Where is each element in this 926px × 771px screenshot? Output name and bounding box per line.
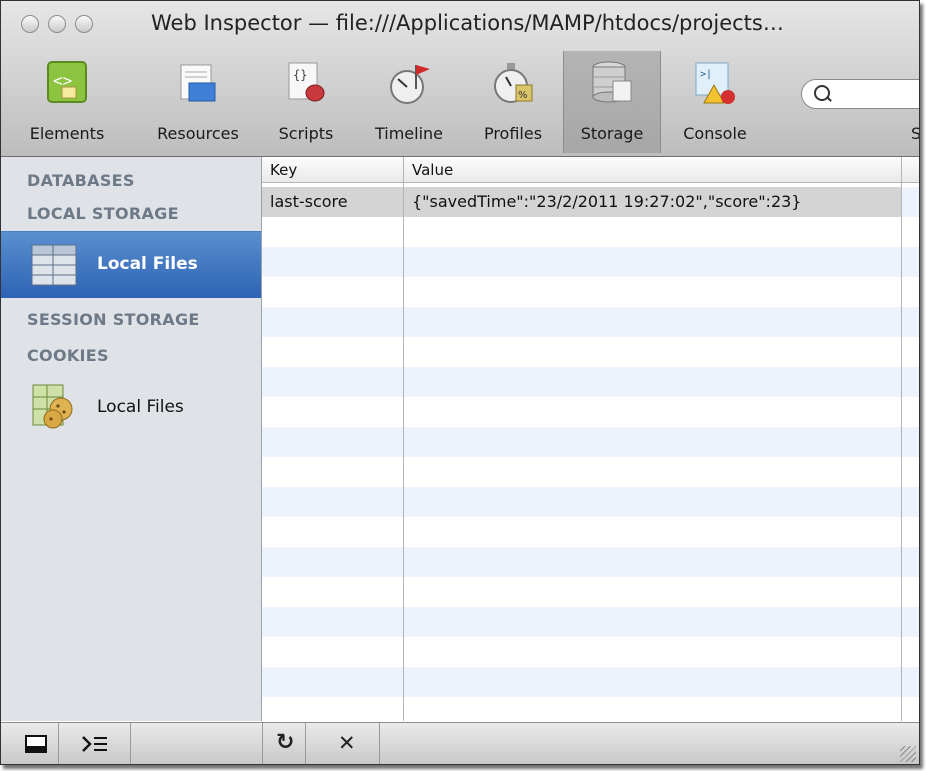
column-header-value[interactable]: Value xyxy=(412,161,453,179)
delete-icon: ✕ xyxy=(338,731,356,755)
section-local-storage[interactable]: LOCAL STORAGE xyxy=(27,204,179,223)
toolbar-console-label: Console xyxy=(683,124,747,143)
svg-text:%: % xyxy=(518,90,528,101)
toolbar-resources-label: Resources xyxy=(157,124,239,143)
elements-icon: <> xyxy=(47,61,87,103)
sidebar-item-local-storage-local-files[interactable]: Local Files xyxy=(1,231,261,298)
minimize-window-button[interactable] xyxy=(48,15,66,33)
toolbar-storage-label: Storage xyxy=(580,124,644,143)
storage-sidebar: DATABASES LOCAL STORAGE Local Files SESS… xyxy=(1,157,262,721)
section-session-storage[interactable]: SESSION STORAGE xyxy=(27,310,200,329)
prompt-icon xyxy=(82,736,107,752)
resources-icon xyxy=(180,64,216,102)
toolbar-profiles[interactable]: % Profiles xyxy=(469,51,557,153)
column-divider xyxy=(403,157,404,721)
zoom-window-button[interactable] xyxy=(75,15,93,33)
console-icon: >| xyxy=(695,62,735,104)
scripts-icon: {} xyxy=(288,62,325,102)
sidebar-item-label: Local Files xyxy=(97,254,198,274)
cookie-icon xyxy=(32,384,73,429)
table-row[interactable]: last-score {"savedTime":"23/2/2011 19:27… xyxy=(262,187,902,217)
toolbar-profiles-label: Profiles xyxy=(483,124,543,143)
dock-icon xyxy=(25,735,47,753)
toolbar-elements[interactable]: <> Elements xyxy=(19,51,115,153)
column-divider xyxy=(901,157,902,721)
toolbar-timeline-label: Timeline xyxy=(374,124,444,143)
toolbar-scripts[interactable]: {} Scripts xyxy=(265,51,347,153)
section-cookies[interactable]: COOKIES xyxy=(27,346,109,365)
sidebar-item-cookies-local-files[interactable]: Local Files xyxy=(1,373,261,439)
console-toggle-button[interactable] xyxy=(59,723,131,764)
table-icon xyxy=(31,244,77,286)
web-inspector-window: Web Inspector — file:///Applications/MAM… xyxy=(0,0,920,765)
toolbar-console[interactable]: >| Console xyxy=(669,51,761,153)
column-header-key[interactable]: Key xyxy=(270,161,297,179)
timeline-icon xyxy=(390,65,430,104)
table-header: Key Value xyxy=(262,157,919,183)
window-title: Web Inspector — file:///Applications/MAM… xyxy=(151,11,784,35)
toolbar-clipped-label: S xyxy=(911,124,919,143)
search-icon xyxy=(814,85,830,101)
toolbar-storage[interactable]: Storage xyxy=(563,51,661,153)
delete-button[interactable]: ✕ xyxy=(306,723,380,764)
close-window-button[interactable] xyxy=(21,15,39,33)
search-field[interactable] xyxy=(801,79,919,109)
sidebar-item-label: Local Files xyxy=(97,397,184,417)
storage-data-grid: Key Value last-score {"savedTime":"23/2/… xyxy=(262,157,919,721)
toolbar-resources[interactable]: Resources xyxy=(141,51,255,153)
refresh-icon: ↻ xyxy=(276,730,295,755)
cell-value[interactable]: {"savedTime":"23/2/2011 19:27:02","score… xyxy=(412,192,801,211)
titlebar-toolbar: Web Inspector — file:///Applications/MAM… xyxy=(1,1,919,157)
svg-text:{}: {} xyxy=(293,68,307,82)
toolbar-timeline[interactable]: Timeline xyxy=(359,51,459,153)
storage-icon xyxy=(592,61,632,103)
resize-handle[interactable] xyxy=(900,746,916,762)
status-bar: ↻ ✕ xyxy=(1,722,919,764)
profiles-icon: % xyxy=(494,63,533,103)
refresh-button[interactable]: ↻ xyxy=(262,723,306,764)
section-databases[interactable]: DATABASES xyxy=(27,171,135,190)
svg-text:>|: >| xyxy=(700,69,712,80)
toolbar-elements-label: Elements xyxy=(29,124,105,143)
dock-button[interactable] xyxy=(15,723,59,764)
toolbar-scripts-label: Scripts xyxy=(278,124,334,143)
cell-key[interactable]: last-score xyxy=(270,192,348,211)
